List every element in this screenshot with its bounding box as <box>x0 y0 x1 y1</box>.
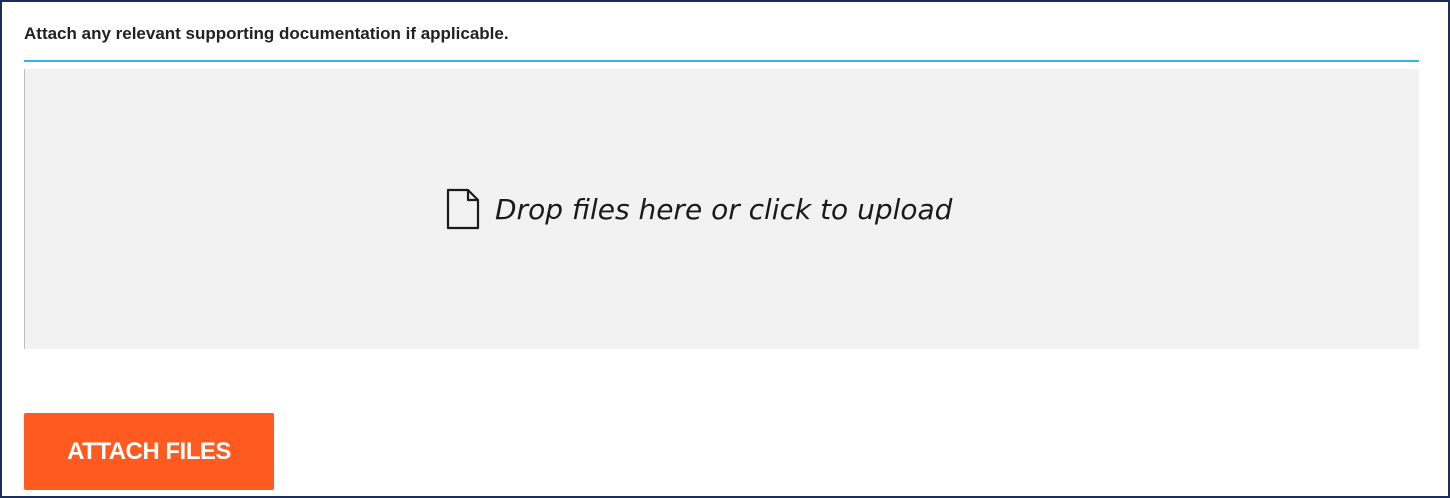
instruction-text: Attach any relevant supporting documenta… <box>24 24 509 43</box>
attachment-panel: Attach any relevant supporting documenta… <box>0 0 1450 498</box>
section-divider <box>24 60 1419 62</box>
file-icon <box>445 187 481 231</box>
file-dropzone[interactable]: Drop files here or click to upload <box>24 69 1419 349</box>
attach-files-button[interactable]: ATTACH FILES <box>24 413 274 490</box>
dropzone-message[interactable]: Drop files here or click to upload <box>445 187 952 231</box>
dropzone-label: Drop files here or click to upload <box>495 192 953 226</box>
